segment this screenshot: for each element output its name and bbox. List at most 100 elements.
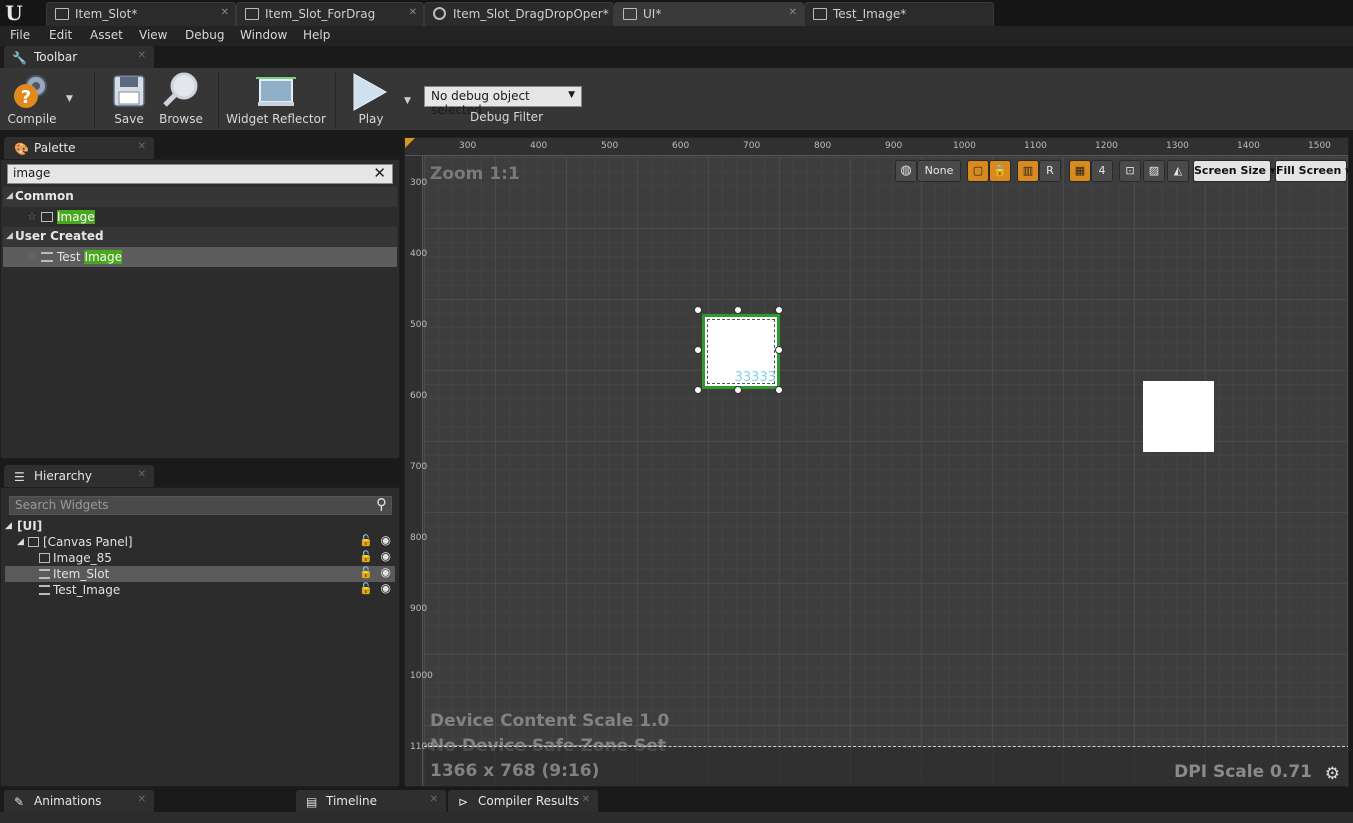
tree-item-label: Item_Slot: [53, 567, 110, 581]
unreal-logo-icon[interactable]: U: [2, 1, 26, 25]
flip-icon[interactable]: ◭: [1167, 160, 1189, 182]
compiler-results-label: Compiler Results: [478, 794, 580, 808]
resize-handle-bottom[interactable]: [734, 386, 742, 394]
play-button[interactable]: Play: [344, 72, 398, 128]
menu-asset[interactable]: Asset: [90, 28, 123, 42]
resize-handle-right[interactable]: [775, 346, 783, 354]
layout-toggle-icon[interactable]: ▥: [1017, 160, 1039, 182]
tree-item-test-image[interactable]: Test_Image 🔓 ◉: [5, 581, 395, 598]
globe-icon[interactable]: ◍: [895, 160, 917, 182]
menu-window[interactable]: Window: [240, 28, 287, 42]
unlock-icon[interactable]: 🔓: [359, 566, 373, 579]
menu-help[interactable]: Help: [303, 28, 330, 42]
menu-debug[interactable]: Debug: [185, 28, 224, 42]
close-icon[interactable]: ✕: [582, 794, 590, 805]
visibility-eye-icon[interactable]: ◉: [381, 533, 391, 547]
close-icon[interactable]: ✕: [138, 469, 146, 480]
selected-widget-item-slot[interactable]: 33333: [702, 314, 780, 389]
grid-snap-value[interactable]: 4: [1091, 160, 1113, 182]
close-icon[interactable]: ✕: [138, 50, 146, 61]
debug-object-select[interactable]: No debug object selected ▼: [424, 86, 582, 117]
tab-item-slot[interactable]: Item_Slot* ✕: [46, 2, 236, 26]
localization-value: None: [924, 164, 954, 177]
visibility-eye-icon[interactable]: ◉: [381, 549, 391, 563]
hierarchy-header: ☰ Hierarchy ✕: [0, 465, 400, 487]
toolbar-header: 🔧 Toolbar ✕: [0, 46, 1353, 68]
compile-options-chevron-icon[interactable]: ▼: [66, 94, 73, 104]
zoom-to-fit-icon[interactable]: ⊡: [1119, 160, 1141, 182]
timeline-icon: ▤: [306, 795, 318, 809]
category-user-created[interactable]: ◢ User Created: [3, 227, 397, 247]
favorite-star-icon[interactable]: ☆: [27, 250, 37, 263]
close-icon[interactable]: ✕: [138, 794, 146, 805]
tab-item-slot-fordrag[interactable]: Item_Slot_ForDrag ✕: [236, 2, 424, 26]
menu-view[interactable]: View: [139, 28, 167, 42]
close-icon[interactable]: ✕: [430, 794, 438, 805]
tab-ui[interactable]: UI* ✕: [614, 2, 804, 26]
palette-item-image[interactable]: ☆ Image: [3, 207, 397, 227]
menu-edit[interactable]: Edit: [49, 28, 72, 42]
hierarchy-panel-tab[interactable]: ☰ Hierarchy ✕: [4, 465, 154, 487]
palette-item-test-image[interactable]: ☆ Test Image: [3, 247, 397, 267]
palette-panel-tab[interactable]: 🎨 Palette ✕: [4, 137, 154, 159]
localization-select[interactable]: None: [917, 160, 961, 182]
image-widget-test-image[interactable]: [1143, 381, 1214, 452]
fill-screen-dropdown[interactable]: Fill Screen ▾: [1275, 160, 1348, 182]
visibility-eye-icon[interactable]: ◉: [381, 581, 391, 595]
resize-handle-top-right[interactable]: [775, 306, 783, 314]
favorite-star-icon[interactable]: ☆: [27, 210, 37, 223]
close-icon[interactable]: ✕: [789, 7, 797, 18]
resize-handle-top[interactable]: [734, 306, 742, 314]
close-icon[interactable]: ✕: [138, 141, 146, 152]
timeline-tab[interactable]: ▤ Timeline ✕: [296, 790, 446, 812]
close-icon[interactable]: ✕: [409, 7, 417, 18]
unlock-icon[interactable]: 🔓: [359, 582, 373, 595]
animations-tab[interactable]: ✎ Animations ✕: [4, 790, 154, 812]
outline-toggle-icon[interactable]: ▢: [967, 160, 989, 182]
tree-item-ui-root[interactable]: ◢ [UI]: [5, 518, 395, 534]
play-options-chevron-icon[interactable]: ▼: [404, 96, 411, 106]
user-widget-icon: [39, 569, 50, 579]
ruler-tick-label: 600: [410, 391, 428, 401]
resize-handle-top-left[interactable]: [694, 306, 702, 314]
unlock-icon[interactable]: 🔓: [359, 534, 373, 547]
unlock-icon[interactable]: 🔓: [359, 550, 373, 563]
save-button[interactable]: Save: [106, 72, 152, 128]
dpi-scale-label: DPI Scale 0.71: [1174, 762, 1312, 782]
tree-item-image-85[interactable]: Image_85 🔓 ◉: [5, 549, 395, 566]
screen-size-dropdown[interactable]: Screen Size ▾: [1193, 160, 1275, 182]
palette-search-input[interactable]: image ✕: [7, 164, 393, 184]
browse-icon: [163, 72, 198, 107]
grid-snap-icon[interactable]: ▦: [1069, 160, 1091, 182]
tab-test-image[interactable]: Test_Image*: [804, 2, 994, 26]
compiler-results-tab[interactable]: ⊳ Compiler Results ✕: [448, 790, 598, 812]
background-image-icon[interactable]: ▨: [1143, 160, 1165, 182]
image-widget-icon: [41, 212, 53, 222]
designer-viewport[interactable]: 300 400 500 600 700 800 900 1000 1100 12…: [404, 137, 1349, 787]
lock-icon[interactable]: 🔒: [989, 160, 1011, 182]
palette-item-label: Image: [57, 210, 95, 224]
category-common[interactable]: ◢ Common: [3, 187, 397, 207]
ruler-tick-label: 700: [410, 462, 428, 472]
designer-grid[interactable]: [424, 157, 1348, 786]
toolbar-panel-tab[interactable]: 🔧 Toolbar ✕: [4, 46, 154, 68]
tab-item-slot-dragdropoper[interactable]: Item_Slot_DragDropOper*: [424, 2, 614, 26]
resize-handle-bottom-left[interactable]: [694, 386, 702, 394]
gear-icon[interactable]: ⚙: [1325, 764, 1340, 784]
search-widgets-input[interactable]: Search Widgets ⚲: [9, 495, 392, 515]
visibility-eye-icon[interactable]: ◉: [381, 565, 391, 579]
browse-button[interactable]: Browse: [156, 72, 206, 128]
clear-icon[interactable]: ✕: [373, 164, 386, 182]
menu-file[interactable]: File: [10, 28, 30, 42]
widget-reflector-button[interactable]: Widget Reflector: [226, 72, 326, 128]
resize-handle-left[interactable]: [694, 346, 702, 354]
ruler-tick-label: 1000: [953, 141, 976, 151]
hierarchy-panel: Search Widgets ⚲ ◢ [UI] ◢ [Canvas Panel]…: [0, 487, 400, 787]
tree-item-item-slot[interactable]: Item_Slot 🔓 ◉: [5, 565, 395, 582]
tree-item-canvas-panel[interactable]: ◢ [Canvas Panel] 🔓 ◉: [5, 533, 395, 550]
resize-handle-bottom-right[interactable]: [775, 386, 783, 394]
compile-button[interactable]: ? Compile: [4, 72, 60, 128]
widget-reflector-icon: [256, 77, 296, 106]
respect-locks-button[interactable]: R: [1039, 160, 1061, 182]
close-icon[interactable]: ✕: [221, 7, 229, 18]
